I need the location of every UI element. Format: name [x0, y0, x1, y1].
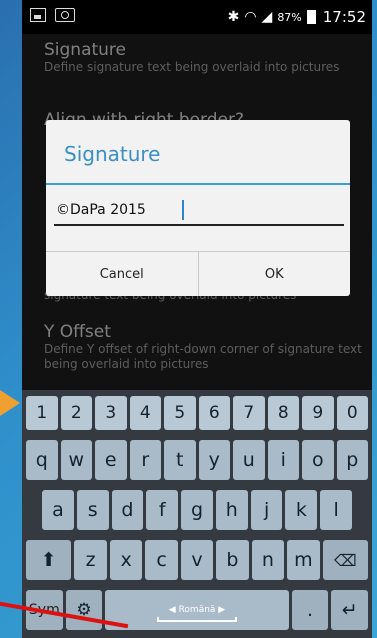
key-3[interactable]: 3	[95, 396, 127, 430]
enter-key[interactable]: ↵	[331, 590, 369, 630]
signature-input[interactable]	[54, 196, 344, 226]
dialog-button-bar: Cancel OK	[46, 251, 350, 296]
key-i[interactable]: i	[267, 440, 299, 480]
key-p[interactable]: p	[336, 440, 368, 480]
phone-screen: ✱ ◠ ◢ 87% 17:52 Signature Define signatu…	[22, 0, 372, 638]
wifi-icon: ◠	[244, 9, 257, 25]
language-right-arrow-icon: ▶	[215, 605, 226, 615]
key-w[interactable]: w	[60, 440, 92, 480]
text-cursor	[182, 200, 184, 220]
dialog-title: Signature	[64, 142, 161, 166]
key-8[interactable]: 8	[267, 396, 299, 430]
backspace-key[interactable]: ⌫	[322, 540, 369, 580]
key-l[interactable]: l	[320, 490, 353, 530]
shift-icon: ⬆	[40, 549, 57, 571]
battery-percent: 87%	[277, 10, 302, 24]
bluetooth-icon: ✱	[227, 9, 240, 25]
key-a[interactable]: a	[42, 490, 74, 530]
key-h[interactable]: h	[215, 490, 248, 530]
language-left-arrow-icon: ◀	[168, 605, 179, 615]
key-n[interactable]: n	[251, 540, 285, 580]
key-c[interactable]: c	[145, 540, 178, 580]
key-g[interactable]: g	[181, 490, 213, 530]
key-6[interactable]: 6	[198, 396, 230, 430]
space-language-label: Română	[178, 605, 216, 615]
camera-notification-icon	[55, 8, 75, 22]
space-bar-icon	[157, 617, 237, 622]
period-key[interactable]: .	[291, 590, 329, 630]
key-q[interactable]: q	[26, 440, 58, 480]
ok-button[interactable]: OK	[197, 252, 351, 296]
key-z[interactable]: z	[74, 540, 107, 580]
key-y[interactable]: y	[198, 440, 230, 480]
soft-keyboard: 1 2 3 4 5 6 7 8 9 0 q w e r t y u i o p …	[22, 390, 372, 638]
battery-icon	[306, 10, 316, 24]
keyboard-row-1: q w e r t y u i o p	[26, 440, 368, 480]
keyboard-number-row: 1 2 3 4 5 6 7 8 9 0	[26, 396, 368, 430]
key-e[interactable]: e	[95, 440, 127, 480]
cancel-button[interactable]: Cancel	[46, 252, 198, 296]
key-r[interactable]: r	[129, 440, 161, 480]
key-2[interactable]: 2	[60, 396, 92, 430]
key-s[interactable]: s	[76, 490, 109, 530]
key-x[interactable]: x	[109, 540, 143, 580]
key-o[interactable]: o	[302, 440, 334, 480]
dialog-title-divider	[46, 183, 350, 185]
key-t[interactable]: t	[164, 440, 196, 480]
signature-dialog: Signature Cancel OK	[46, 120, 350, 296]
key-k[interactable]: k	[285, 490, 318, 530]
space-key[interactable]: ◀ Română ▶	[105, 590, 289, 630]
keyboard-row-4: Sym ⚙ ◀ Română ▶ . ↵	[26, 590, 369, 630]
keyboard-row-2: a s d f g h j k l	[42, 490, 353, 530]
backspace-icon: ⌫	[333, 550, 357, 570]
signal-icon: ◢	[261, 9, 273, 25]
orange-arrow-annotation	[0, 390, 20, 416]
shift-key[interactable]: ⬆	[26, 540, 72, 580]
key-m[interactable]: m	[287, 540, 320, 580]
settings-key[interactable]: ⚙	[65, 590, 103, 630]
key-d[interactable]: d	[111, 490, 144, 530]
key-4[interactable]: 4	[129, 396, 161, 430]
key-b[interactable]: b	[216, 540, 249, 580]
key-5[interactable]: 5	[164, 396, 196, 430]
gallery-notification-icon	[30, 8, 46, 22]
clock: 17:52	[322, 8, 366, 26]
key-j[interactable]: j	[250, 490, 283, 530]
key-u[interactable]: u	[233, 440, 265, 480]
status-bar: ✱ ◠ ◢ 87% 17:52	[22, 0, 372, 411]
key-7[interactable]: 7	[233, 396, 265, 430]
key-1[interactable]: 1	[26, 396, 58, 430]
key-v[interactable]: v	[180, 540, 214, 580]
key-f[interactable]: f	[146, 490, 179, 530]
keyboard-row-3: ⬆ z x c v b n m ⌫	[26, 540, 369, 580]
enter-icon: ↵	[341, 599, 358, 621]
key-0[interactable]: 0	[336, 396, 368, 430]
key-9[interactable]: 9	[302, 396, 334, 430]
